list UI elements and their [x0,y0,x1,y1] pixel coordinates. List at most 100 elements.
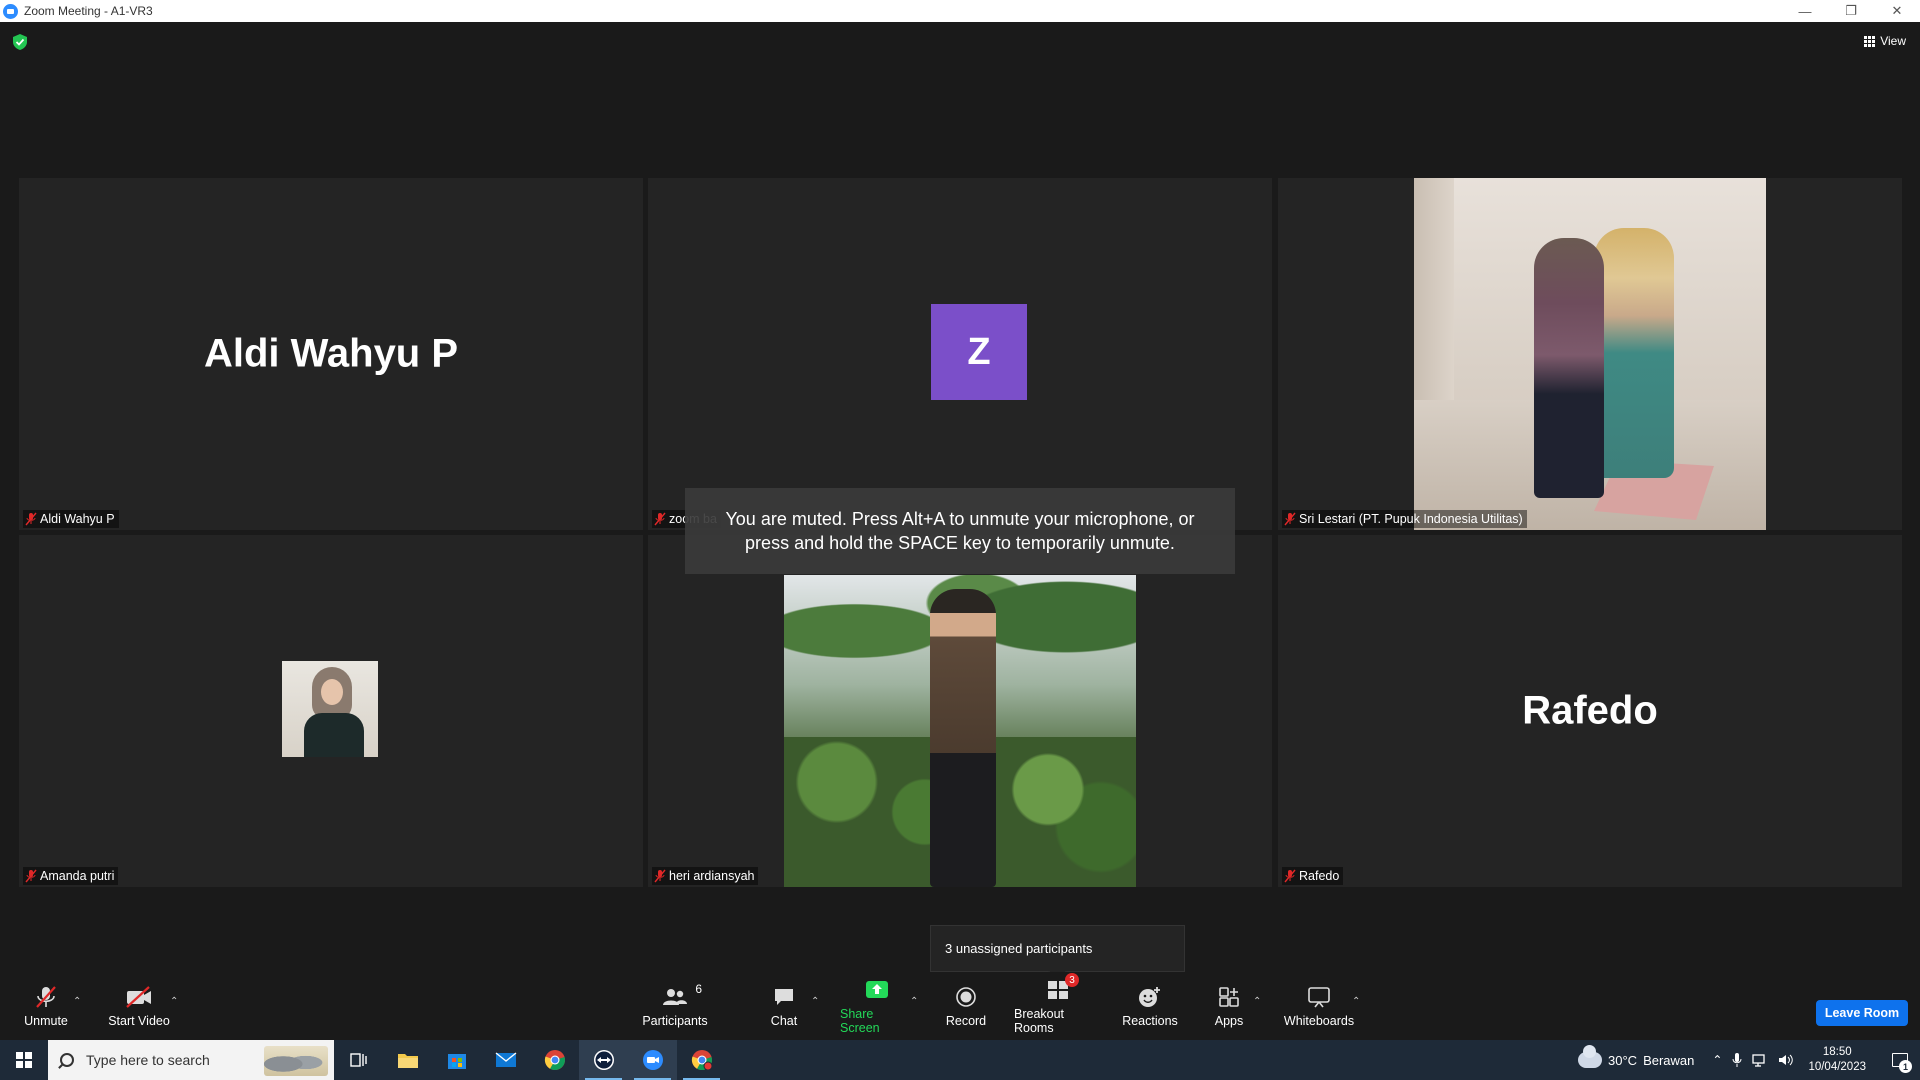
start-button[interactable] [0,1040,48,1080]
chevron-up-icon[interactable]: ⌃ [1712,1053,1722,1067]
clock-time: 18:50 [1822,1046,1852,1058]
muted-mic-icon [25,869,37,883]
zoom-window: Zoom Meeting - A1-VR3 — ❐ ✕ View Aldi Wa… [0,0,1920,1080]
notification-count: 1 [1899,1060,1912,1073]
unassigned-participants-label: 3 unassigned participants [945,941,1093,956]
participant-video [1414,178,1766,530]
windows-logo-icon [16,1052,32,1068]
mail-icon[interactable] [481,1040,530,1080]
video-tile-amanda[interactable]: Amanda putri [19,535,643,887]
participant-nameplate: Amanda putri [23,867,119,885]
view-label: View [1880,34,1906,48]
participant-nameplate: Rafedo [1282,867,1344,885]
chat-button[interactable]: Chat [766,972,802,1040]
muted-notification: You are muted. Press Alt+A to unmute you… [685,488,1235,574]
breakout-rooms-button[interactable]: 3 Breakout Rooms [1014,972,1102,1040]
weather-condition: Berawan [1643,1052,1695,1068]
nameplate-label: heri ardiansyah [669,869,755,883]
teamviewer-icon[interactable] [579,1040,628,1080]
zoom-app-icon [3,3,18,19]
share-options-caret[interactable]: ⌃ [910,996,918,1007]
window-title: Zoom Meeting - A1-VR3 [24,4,153,18]
video-off-icon [126,986,151,1008]
weather-widget[interactable]: 30°C Berawan [1578,1045,1695,1068]
share-screen-button[interactable]: Share Screen [840,972,914,1040]
record-button[interactable]: Record [944,972,988,1040]
reactions-icon [1139,987,1160,1007]
apps-options-caret[interactable]: ⌃ [1253,996,1261,1007]
breakout-rooms-label: Breakout Rooms [1014,1007,1065,1035]
tray-icons: ⌃ [1712,1052,1794,1068]
search-icon [60,1053,74,1067]
restore-button[interactable]: ❐ [1828,0,1874,22]
participant-nameplate: heri ardiansyah [652,867,759,885]
close-button[interactable]: ✕ [1874,0,1920,22]
participants-button[interactable]: 6 Participants [640,972,710,1040]
chat-options-caret[interactable]: ⌃ [811,996,819,1007]
whiteboard-icon [1308,987,1330,1008]
task-view-icon[interactable] [334,1040,383,1080]
apps-button[interactable]: Apps [1212,972,1246,1040]
taskbar-search-box[interactable]: Type here to search [48,1040,334,1080]
avatar [282,661,378,757]
video-tile-zoom[interactable]: Z zoom ba [648,178,1272,530]
nameplate-label: Amanda putri [40,869,115,883]
video-tile-sri[interactable]: Sri Lestari (PT. Pupuk Indonesia Utilita… [1278,178,1902,530]
participant-display-name: Rafedo [1522,688,1658,733]
whiteboards-button[interactable]: Whiteboards [1282,972,1356,1040]
record-label: Record [945,1014,987,1028]
volume-icon[interactable] [1778,1053,1794,1067]
title-bar: Zoom Meeting - A1-VR3 — ❐ ✕ [0,0,1920,22]
file-explorer-icon[interactable] [383,1040,432,1080]
muted-mic-icon [25,512,37,526]
notification-center-button[interactable]: 1 [1880,1040,1920,1080]
clock-date: 10/04/2023 [1808,1061,1866,1073]
system-tray: 30°C Berawan ⌃ 18:50 10/04/2023 1 [1578,1040,1920,1080]
grid-icon [1864,35,1876,47]
start-video-button[interactable]: Start Video [104,972,174,1040]
share-screen-icon [866,981,888,998]
cloud-icon [1578,1045,1603,1068]
weather-temp: 30°C [1608,1052,1638,1068]
audio-options-caret[interactable]: ⌃ [73,996,81,1007]
unassigned-participants-tooltip[interactable]: 3 unassigned participants [930,925,1185,972]
network-icon[interactable] [1752,1053,1768,1067]
microsoft-store-icon[interactable] [432,1040,481,1080]
windows-taskbar: Type here to search 30°C Berawan ⌃ 18:50… [0,1040,1920,1080]
microphone-icon[interactable] [1732,1052,1742,1068]
participants-count: 6 [695,982,702,996]
muted-mic-icon [654,512,666,526]
nameplate-label: Sri Lestari (PT. Pupuk Indonesia Utilita… [1299,512,1523,526]
minimize-button[interactable]: — [1782,0,1828,22]
muted-notification-line2: press and hold the SPACE key to temporar… [745,533,1175,553]
video-options-caret[interactable]: ⌃ [170,996,178,1007]
apps-icon [1219,987,1239,1007]
zoom-taskbar-icon[interactable] [628,1040,677,1080]
video-tile-heri[interactable]: heri ardiansyah [648,535,1272,887]
view-button[interactable]: View [1864,34,1906,48]
video-tile-aldi[interactable]: Aldi Wahyu P Aldi Wahyu P [19,178,643,530]
participant-display-name: Aldi Wahyu P [203,331,459,376]
start-video-label: Start Video [108,1014,170,1028]
whiteboards-options-caret[interactable]: ⌃ [1352,996,1360,1007]
reactions-button[interactable]: Reactions [1122,972,1178,1040]
taskbar-clock[interactable]: 18:50 10/04/2023 [1808,1045,1866,1075]
meeting-area: View Aldi Wahyu P Aldi Wahyu P Z zoom ba [0,22,1920,1040]
nameplate-label: Aldi Wahyu P [40,512,115,526]
participant-nameplate: Aldi Wahyu P [23,510,119,528]
muted-notification-line1: You are muted. Press Alt+A to unmute you… [725,509,1195,529]
participant-nameplate: Sri Lestari (PT. Pupuk Indonesia Utilita… [1282,510,1527,528]
participants-label: Participants [642,1014,708,1028]
encryption-shield-icon[interactable] [13,34,27,50]
video-tile-rafedo[interactable]: Rafedo Rafedo [1278,535,1902,887]
window-controls: — ❐ ✕ [1782,0,1920,22]
chrome-icon[interactable] [530,1040,579,1080]
breakout-rooms-badge: 3 [1065,973,1079,987]
unmute-button[interactable]: Unmute [18,972,74,1040]
apps-label: Apps [1214,1014,1244,1028]
chrome-alt-icon[interactable] [677,1040,726,1080]
participants-icon [663,989,687,1005]
nameplate-label: Rafedo [1299,869,1340,883]
search-highlight-image [264,1046,328,1076]
leave-room-button[interactable]: Leave Room [1816,1000,1908,1026]
